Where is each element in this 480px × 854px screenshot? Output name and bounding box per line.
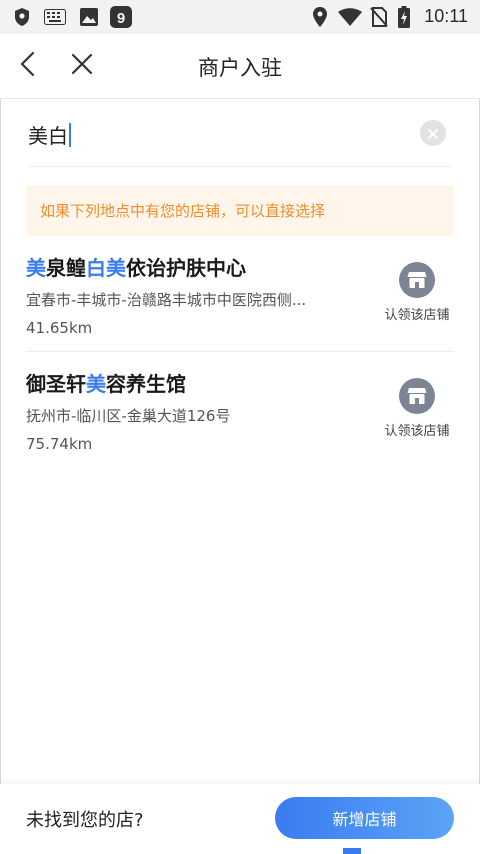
store-name-part: 美: [86, 372, 106, 396]
claim-store-label: 认领该店铺: [384, 308, 450, 323]
store-name-part: 白美: [86, 256, 126, 280]
clear-search-button[interactable]: [420, 120, 446, 146]
shop-icon: [399, 378, 435, 414]
clear-icon: [428, 124, 438, 143]
store-address: 宜春市-丰城市-治赣路丰城市中医院西侧...: [26, 291, 307, 309]
text-caret: [69, 123, 71, 147]
status-bar: 9 10:11: [0, 0, 480, 34]
store-name: 美泉鳇白美依诒护肤中心: [26, 252, 246, 281]
store-name-part: 御圣轩: [26, 372, 86, 396]
store-distance: 41.65km: [26, 319, 93, 337]
app-badge-icon: 9: [110, 6, 132, 32]
claim-store-button[interactable]: 认领该店铺: [380, 262, 454, 323]
store-list-item[interactable]: 御圣轩美容养生馆 抚州市-临川区-金巢大道126号 75.74km 认领该店铺: [26, 351, 454, 467]
edge-indicator: [343, 848, 361, 854]
store-list-item[interactable]: 美泉鳇白美依诒护肤中心 宜春市-丰城市-治赣路丰城市中医院西侧... 41.65…: [26, 236, 454, 351]
shield-icon: [14, 7, 30, 31]
store-address: 抚州市-临川区-金巢大道126号: [26, 407, 231, 425]
store-name-part: 泉鳇: [46, 256, 86, 280]
svg-text:9: 9: [117, 10, 125, 27]
store-name-part: 美: [26, 256, 46, 280]
page-title: 商户入驻: [198, 56, 282, 80]
store-not-found-text: 未找到您的店?: [26, 810, 144, 831]
store-name: 御圣轩美容养生馆: [26, 368, 186, 397]
notice-text: 如果下列地点中有您的店铺，可以直接选择: [40, 202, 326, 220]
store-list: 美泉鳇白美依诒护肤中心 宜春市-丰城市-治赣路丰城市中医院西侧... 41.65…: [0, 236, 480, 467]
search-field[interactable]: 美白: [28, 108, 452, 167]
search-value: 美白: [28, 124, 68, 148]
no-sim-icon: [370, 7, 388, 31]
keyboard-icon: [44, 9, 66, 29]
shop-icon: [399, 262, 435, 298]
store-name-part: 容养生馆: [106, 372, 186, 396]
store-name-part: 依诒护肤中心: [126, 256, 246, 280]
add-store-button[interactable]: 新增店铺: [275, 797, 454, 839]
image-icon: [80, 8, 98, 30]
header-bar: 商户入驻: [0, 34, 480, 99]
bottom-bar: 未找到您的店? 新增店铺: [0, 784, 480, 854]
search-input[interactable]: 美白: [28, 120, 71, 149]
claim-store-label: 认领该店铺: [384, 424, 450, 439]
notice-banner: 如果下列地点中有您的店铺，可以直接选择: [26, 185, 454, 236]
status-time: 10:11: [424, 6, 468, 26]
claim-store-button[interactable]: 认领该店铺: [380, 378, 454, 439]
location-icon: [313, 7, 327, 31]
store-distance: 75.74km: [26, 435, 93, 453]
wifi-icon: [338, 8, 362, 30]
battery-charging-icon: [398, 6, 410, 32]
